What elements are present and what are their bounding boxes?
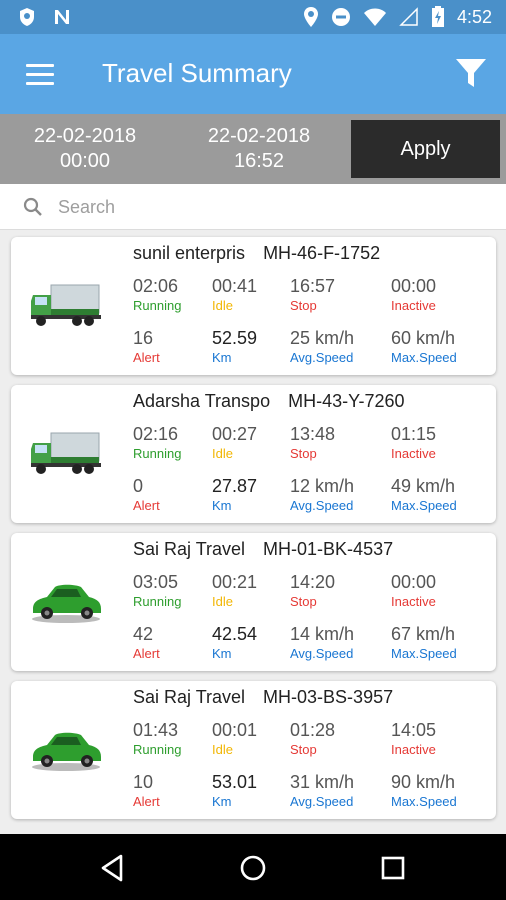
- truck-icon: [31, 432, 101, 474]
- from-time: 00:00: [59, 150, 111, 172]
- stat-value: 00:00: [391, 276, 437, 296]
- stat-inactive: 01:15 Inactive: [391, 423, 491, 463]
- vehicle-name: Sai Raj Travel: [133, 539, 246, 559]
- vehicle-plate: MH-03-BS-3957: [263, 687, 394, 707]
- stat-label: Max.Speed: [391, 350, 457, 365]
- vehicle-card[interactable]: Sai Raj Travel MH-01-BK-4537 03:05 Running 0…: [11, 533, 496, 671]
- app-bar: Travel Summary: [0, 34, 506, 114]
- apply-button[interactable]: Apply: [351, 120, 500, 178]
- home-icon[interactable]: [237, 852, 269, 884]
- stat-label: Max.Speed: [391, 646, 457, 661]
- from-date-picker[interactable]: 22-02-2018 00:00: [10, 124, 160, 174]
- system-nav-bar: [0, 834, 506, 900]
- recents-icon[interactable]: [377, 852, 409, 884]
- stat-inactive: 00:00 Inactive: [391, 571, 491, 611]
- from-date: 22-02-2018: [33, 125, 137, 147]
- stat-value: 01:15: [391, 424, 437, 444]
- vehicle-title: sunil enterpris MH-46-F-1752: [133, 243, 380, 264]
- stat-avg-speed: 14 km/h Avg.Speed: [290, 623, 390, 663]
- stat-stop: 13:48 Stop: [290, 423, 390, 463]
- truck-icon: [31, 284, 101, 326]
- stat-value: 90 km/h: [391, 772, 456, 792]
- vehicle-card[interactable]: Adarsha Transpo MH-43-Y-7260 02:16 Running 0…: [11, 385, 496, 523]
- page-title: Travel Summary: [102, 58, 292, 88]
- stat-label: Stop: [290, 742, 317, 757]
- stat-label: Avg.Speed: [290, 350, 354, 365]
- stat-inactive: 14:05 Inactive: [391, 719, 491, 759]
- stat-value: 14 km/h: [290, 624, 355, 644]
- vehicle-plate: MH-46-F-1752: [263, 243, 381, 263]
- vehicle-title: Adarsha Transpo MH-43-Y-7260: [133, 391, 405, 412]
- stat-label: Stop: [290, 298, 317, 313]
- search-icon: [23, 197, 42, 216]
- stat-label: Avg.Speed: [290, 498, 354, 513]
- stat-value: 60 km/h: [391, 328, 456, 348]
- filter-icon[interactable]: [454, 56, 488, 90]
- to-date: 22-02-2018: [207, 125, 311, 147]
- stat-value: 25 km/h: [290, 328, 355, 348]
- stat-value: 31 km/h: [290, 772, 355, 792]
- stat-value: 14:05: [391, 720, 437, 740]
- signal-icon: [399, 7, 418, 26]
- vehicle-title: Sai Raj Travel MH-01-BK-4537: [133, 539, 393, 560]
- vehicle-plate: MH-01-BK-4537: [263, 539, 394, 559]
- stat-avg-speed: 25 km/h Avg.Speed: [290, 327, 390, 367]
- vehicle-name: Sai Raj Travel: [133, 687, 246, 707]
- stat-label: Inactive: [391, 594, 436, 609]
- stat-value: 01:28: [290, 720, 336, 740]
- stat-value: 14:20: [290, 572, 336, 592]
- vehicle-title: Sai Raj Travel MH-03-BS-3957: [133, 687, 393, 708]
- stat-avg-speed: 31 km/h Avg.Speed: [290, 771, 390, 811]
- do-not-disturb-icon: [331, 8, 350, 26]
- stat-value: 49 km/h: [391, 476, 456, 496]
- stat-inactive: 00:00 Inactive: [391, 275, 491, 315]
- stat-value: 67 km/h: [391, 624, 456, 644]
- stat-label: Avg.Speed: [290, 794, 354, 809]
- stat-label: Stop: [290, 594, 317, 609]
- wifi-icon: [363, 8, 386, 26]
- stat-stop: 14:20 Stop: [290, 571, 390, 611]
- vehicle-card[interactable]: sunil enterpris MH-46-F-1752 02:06 Running 0…: [11, 237, 496, 375]
- stat-avg-speed: 12 km/h Avg.Speed: [290, 475, 390, 515]
- to-date-picker[interactable]: 22-02-2018 16:52: [184, 124, 334, 174]
- stat-label: Max.Speed: [391, 498, 457, 513]
- to-time: 16:52: [233, 150, 285, 172]
- stat-stop: 01:28 Stop: [290, 719, 390, 759]
- car-icon: [32, 732, 101, 771]
- back-icon[interactable]: [97, 852, 129, 884]
- menu-icon[interactable]: [26, 64, 54, 86]
- status-bar: 4:52: [0, 0, 506, 34]
- shield-icon: [20, 8, 34, 26]
- search-bar: [0, 184, 506, 230]
- n-app-icon: [55, 10, 69, 24]
- stat-value: 16:57: [290, 276, 336, 296]
- date-filter-bar: 22-02-2018 00:00 22-02-2018 16:52 Apply: [0, 114, 506, 184]
- status-time: 4:52: [456, 6, 492, 27]
- stat-label: Stop: [290, 446, 317, 461]
- stat-label: Inactive: [391, 742, 436, 757]
- stat-max-speed: 90 km/h Max.Speed: [391, 771, 491, 811]
- stat-label: Inactive: [391, 298, 436, 313]
- stat-label: Max.Speed: [391, 794, 457, 809]
- vehicle-name: Adarsha Transpo: [133, 391, 271, 411]
- stat-value: 13:48: [290, 424, 336, 444]
- stat-stop: 16:57 Stop: [290, 275, 390, 315]
- battery-icon: [431, 6, 444, 27]
- stat-label: Inactive: [391, 446, 436, 461]
- stat-value: 12 km/h: [290, 476, 355, 496]
- car-icon: [32, 584, 101, 623]
- stat-value: 00:00: [391, 572, 437, 592]
- stat-max-speed: 67 km/h Max.Speed: [391, 623, 491, 663]
- vehicle-plate: MH-43-Y-7260: [288, 391, 405, 411]
- vehicle-card[interactable]: Sai Raj Travel MH-03-BS-3957 01:43 Running 0…: [11, 681, 496, 819]
- location-icon: [303, 7, 318, 27]
- vehicle-name: sunil enterpris: [133, 243, 246, 263]
- vehicle-list: sunil enterpris MH-46-F-1752 02:06 Running 0…: [0, 230, 506, 834]
- stat-max-speed: 60 km/h Max.Speed: [391, 327, 491, 367]
- stat-max-speed: 49 km/h Max.Speed: [391, 475, 491, 515]
- search-input[interactable]: [58, 192, 478, 222]
- stat-label: Avg.Speed: [290, 646, 354, 661]
